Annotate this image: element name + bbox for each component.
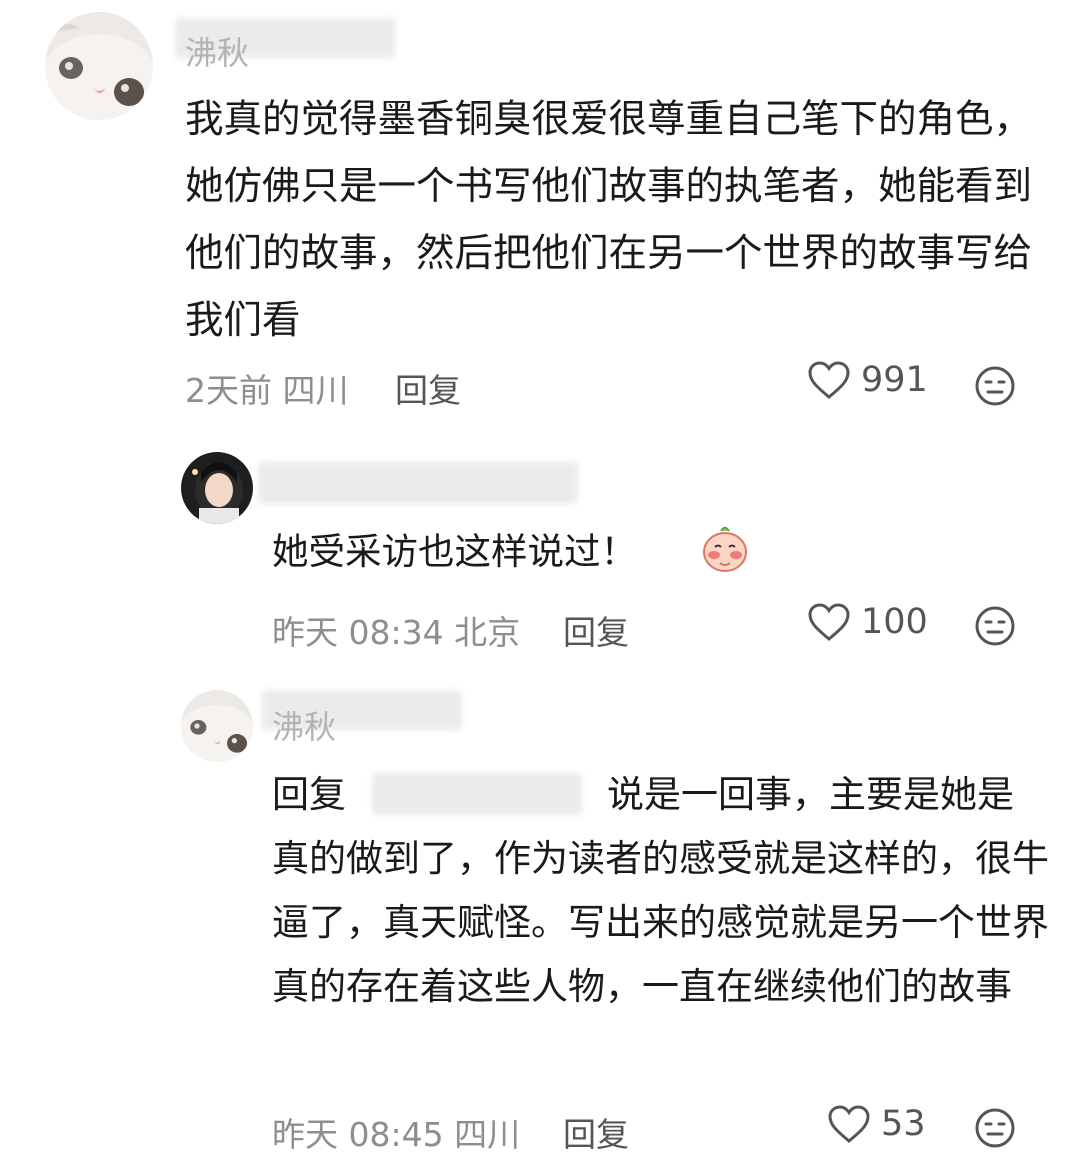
cat-avatar-image [45, 12, 153, 120]
comment-location: 四川 [454, 1115, 521, 1154]
heart-outline-icon [808, 361, 850, 399]
comment-text: 说是一回事，主要是她是真的做到了，作为读者的感受就是这样的，很牛逼了，真天赋怪。… [272, 773, 1049, 1008]
avatar-cat[interactable] [181, 690, 253, 762]
comment-time: 2天前 [185, 371, 272, 410]
comment-text: 我真的觉得墨香铜臭很爱很尊重自己笔下的角色，她仿佛只是一个书写他们故事的执笔者，… [185, 97, 1033, 343]
comment-text-content: 她受采访也这样说过！ [272, 530, 637, 573]
comment-location: 北京 [454, 613, 521, 652]
reply-button[interactable]: 回复 [563, 606, 629, 654]
like-button[interactable]: 991 [807, 360, 928, 400]
dislike-button[interactable] [974, 1107, 1016, 1153]
reply-button[interactable]: 回复 [563, 1108, 629, 1156]
girl-avatar-image [181, 452, 253, 524]
cat-avatar-image [181, 690, 253, 762]
username[interactable]: 沸秋 [272, 702, 336, 748]
like-count: 100 [861, 602, 928, 642]
comment-text: 她受采访也这样说过！ [272, 528, 637, 576]
dislike-button[interactable] [974, 365, 1016, 411]
like-count: 53 [881, 1104, 926, 1144]
avatar-cat[interactable] [45, 12, 153, 120]
reply-button[interactable]: 回复 [395, 364, 461, 412]
comment-meta: 2天前 四川 [185, 364, 349, 412]
comment-meta: 昨天 08:45 四川 [272, 1108, 520, 1156]
comment-meta: 昨天 08:34 北京 [272, 606, 520, 654]
comment-location: 四川 [282, 371, 349, 410]
blushing-face-sticker [700, 523, 750, 577]
heart-outline-icon [808, 603, 850, 641]
heart-outline-icon [828, 1105, 870, 1143]
neutral-face-icon [975, 1108, 1015, 1148]
comment-time: 昨天 08:34 [272, 613, 444, 652]
like-button[interactable]: 53 [827, 1104, 926, 1144]
username-blur [258, 462, 578, 504]
neutral-face-icon [975, 366, 1015, 406]
dislike-button[interactable] [974, 605, 1016, 651]
avatar-girl[interactable] [181, 452, 253, 524]
like-count: 991 [861, 360, 928, 400]
neutral-face-icon [975, 606, 1015, 646]
like-button[interactable]: 100 [807, 602, 928, 642]
username[interactable]: 沸秋 [185, 28, 249, 74]
comment-time: 昨天 08:45 [272, 1115, 444, 1154]
